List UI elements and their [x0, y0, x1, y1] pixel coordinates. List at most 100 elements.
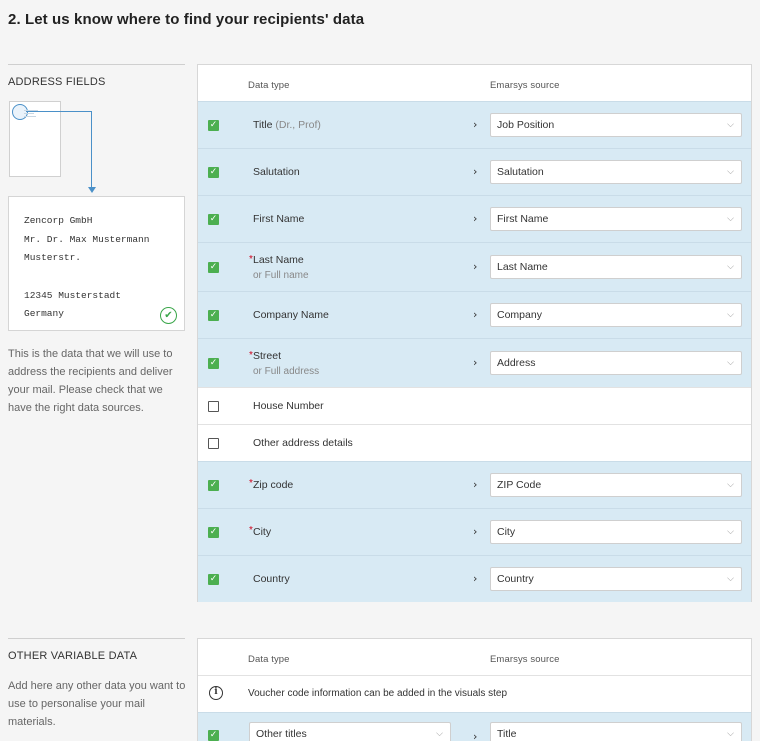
- row-checkbox[interactable]: [208, 438, 219, 449]
- field-label: Salutation: [253, 166, 300, 178]
- page-title: 2. Let us know where to find your recipi…: [8, 11, 365, 28]
- select-value: Address: [497, 357, 536, 369]
- chevron-right-icon: ›: [473, 356, 478, 369]
- letter-thumbnail: [9, 101, 61, 177]
- address-field-row: House Number: [198, 387, 751, 424]
- source-select[interactable]: Last Name ⌵: [490, 255, 742, 279]
- source-select[interactable]: Country ⌵: [490, 567, 742, 591]
- address-field-row: ✓ Salutation › Salutation ⌵: [198, 148, 751, 195]
- field-label: Company Name: [253, 309, 329, 321]
- connector-line: [91, 111, 92, 189]
- address-field-row: ✓ * City › City ⌵: [198, 508, 751, 555]
- select-value: Last Name: [497, 261, 548, 273]
- chevron-right-icon: ›: [473, 572, 478, 585]
- row-checkbox[interactable]: ✓: [208, 120, 219, 131]
- double-check-icon: ✔: [160, 307, 177, 324]
- select-value: Company: [497, 309, 542, 321]
- row-checkbox[interactable]: ✓: [208, 574, 219, 585]
- row-checkbox[interactable]: ✓: [208, 730, 219, 741]
- chevron-down-icon: ⌵: [727, 729, 734, 739]
- select-value: Country: [497, 573, 534, 585]
- row-checkbox[interactable]: ✓: [208, 167, 219, 178]
- other-data-panel: Data type Emarsys source i Voucher code …: [197, 638, 752, 741]
- address-line: Mr. Dr. Max Mustermann: [24, 233, 150, 245]
- address-line: Zencorp GmbH: [24, 215, 93, 226]
- field-label: Street or Full address: [253, 350, 320, 377]
- source-select[interactable]: Title ⌵: [490, 722, 742, 741]
- source-select[interactable]: Salutation ⌵: [490, 160, 742, 184]
- chevron-right-icon: ›: [473, 118, 478, 131]
- row-checkbox[interactable]: ✓: [208, 262, 219, 273]
- chevron-right-icon: ›: [473, 165, 478, 178]
- info-text: Voucher code information can be added in…: [248, 688, 508, 699]
- info-icon: i: [209, 686, 223, 700]
- chevron-down-icon: ⌵: [727, 574, 734, 584]
- chevron-down-icon: ⌵: [727, 358, 734, 368]
- address-line: 12345 Musterstadt: [24, 289, 121, 301]
- row-checkbox[interactable]: [208, 401, 219, 412]
- data-type-select[interactable]: Other titles ⌵: [249, 722, 451, 741]
- row-checkbox[interactable]: ✓: [208, 214, 219, 225]
- select-value: Other titles: [256, 728, 307, 740]
- other-data-description: Add here any other data you want to use …: [8, 680, 186, 728]
- field-label: Last Name or Full name: [253, 254, 309, 281]
- column-header-data-type: Data type: [248, 654, 290, 665]
- address-field-row: ✓ First Name › First Name ⌵: [198, 195, 751, 242]
- row-checkbox[interactable]: ✓: [208, 310, 219, 321]
- source-select[interactable]: Company ⌵: [490, 303, 742, 327]
- chevron-down-icon: ⌵: [727, 310, 734, 320]
- address-fields-panel: Data type Emarsys source ✓ Title (Dr., Pr…: [197, 64, 752, 602]
- address-window-icon: [12, 104, 28, 120]
- field-label: Country: [253, 573, 290, 585]
- field-label: House Number: [253, 400, 324, 412]
- select-value: Title: [497, 728, 517, 740]
- chevron-down-icon: ⌵: [727, 167, 734, 177]
- chevron-right-icon: ›: [473, 260, 478, 273]
- address-field-row: ✓ Country › Country ⌵: [198, 555, 751, 602]
- field-label: Title (Dr., Prof): [253, 119, 321, 131]
- select-value: First Name: [497, 213, 549, 225]
- info-row: i Voucher code information can be added …: [198, 675, 751, 712]
- chevron-down-icon: ⌵: [727, 262, 734, 272]
- address-field-row: ✓ * Zip code › ZIP Code ⌵: [198, 461, 751, 508]
- address-preview-card: Zencorp GmbH Mr. Dr. Max Mustermann Must…: [8, 196, 185, 331]
- select-value: Salutation: [497, 166, 544, 178]
- address-description: This is the data that we will use to add…: [8, 348, 173, 414]
- source-select[interactable]: City ⌵: [490, 520, 742, 544]
- chevron-right-icon: ›: [473, 525, 478, 538]
- arrow-down-icon: [88, 187, 96, 193]
- chevron-down-icon: ⌵: [727, 214, 734, 224]
- select-value: Job Position: [497, 119, 555, 131]
- chevron-right-icon: ›: [473, 212, 478, 225]
- chevron-down-icon: ⌵: [727, 120, 734, 130]
- column-header-source: Emarsys source: [490, 654, 560, 665]
- address-fields-label: ADDRESS FIELDS: [8, 64, 185, 88]
- source-select[interactable]: First Name ⌵: [490, 207, 742, 231]
- chevron-down-icon: ⌵: [436, 729, 443, 739]
- row-checkbox[interactable]: ✓: [208, 358, 219, 369]
- field-label: City: [253, 526, 272, 538]
- chevron-right-icon: ›: [473, 730, 478, 741]
- address-field-row: ✓ * Street or Full address › Address ⌵: [198, 338, 751, 387]
- address-field-row: ✓ Company Name › Company ⌵: [198, 291, 751, 338]
- row-checkbox[interactable]: ✓: [208, 527, 219, 538]
- row-checkbox[interactable]: ✓: [208, 480, 219, 491]
- source-select[interactable]: Address ⌵: [490, 351, 742, 375]
- source-select[interactable]: ZIP Code ⌵: [490, 473, 742, 497]
- address-field-row: ✓ Title (Dr., Prof) › Job Position ⌵: [198, 101, 751, 148]
- column-header-data-type: Data type: [248, 80, 290, 91]
- source-select[interactable]: Job Position ⌵: [490, 113, 742, 137]
- other-variable-data-label: OTHER VARIABLE DATA: [8, 638, 185, 662]
- chevron-down-icon: ⌵: [727, 480, 734, 490]
- other-data-row: ✓ Other titles ⌵ › Title ⌵: [198, 712, 751, 741]
- address-line: [24, 268, 184, 287]
- address-field-row: ✓ * Last Name or Full name › Last Name ⌵: [198, 242, 751, 291]
- address-line: Musterstr.: [24, 252, 82, 264]
- field-label: First Name: [253, 213, 305, 225]
- address-field-row: Other address details: [198, 424, 751, 461]
- field-label: Zip code: [253, 479, 294, 491]
- field-label: Other address details: [253, 437, 353, 449]
- chevron-right-icon: ›: [473, 478, 478, 491]
- column-header-source: Emarsys source: [490, 80, 560, 91]
- select-value: City: [497, 526, 516, 538]
